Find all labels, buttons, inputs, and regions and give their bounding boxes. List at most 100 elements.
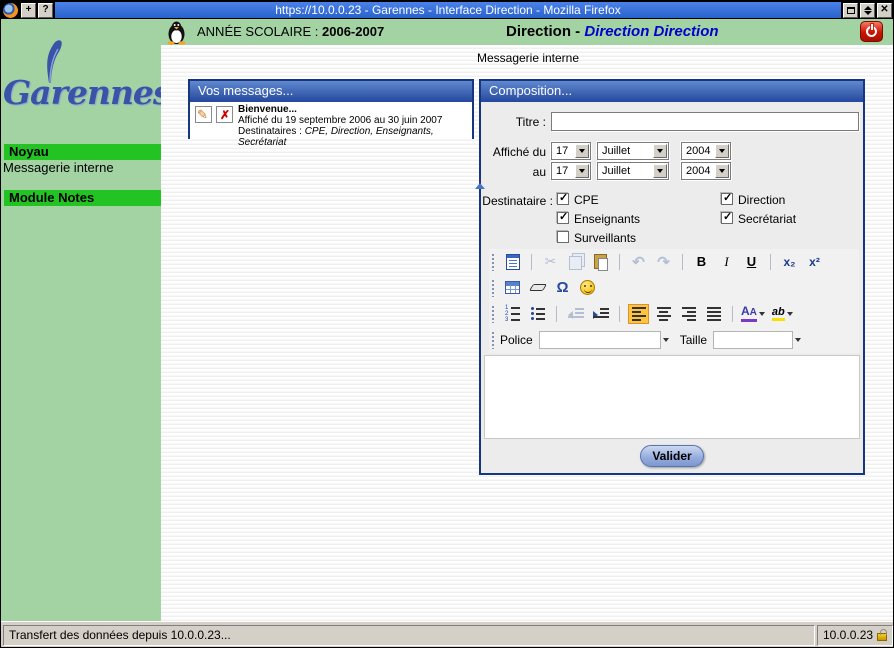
- from-month-value: Juillet: [598, 145, 653, 157]
- sidebar-section-module-notes: Module Notes: [4, 190, 161, 206]
- checkbox-box[interactable]: [721, 193, 733, 205]
- align-center-button[interactable]: [653, 304, 674, 324]
- chevron-down-icon: [575, 144, 589, 158]
- outdent-icon: [568, 308, 584, 320]
- from-month-select[interactable]: Juillet: [597, 142, 669, 160]
- logout-power-button[interactable]: [860, 21, 883, 42]
- checkbox-box[interactable]: [557, 231, 569, 243]
- smiley-button[interactable]: [577, 278, 598, 298]
- subscript-button[interactable]: x₂: [779, 252, 800, 272]
- source-button[interactable]: [502, 252, 523, 272]
- bulleted-list-icon: [531, 307, 545, 320]
- to-month-select[interactable]: Juillet: [597, 162, 669, 180]
- role-detail: Direction Direction: [584, 23, 718, 40]
- table-icon: [505, 281, 520, 294]
- remove-format-button[interactable]: [527, 278, 548, 298]
- valider-button[interactable]: Valider: [640, 445, 704, 467]
- sidebar-item-messagerie-interne[interactable]: Messagerie interne: [3, 160, 114, 175]
- toolbar-drag-handle[interactable]: [491, 331, 495, 349]
- status-bar: Transfert des données depuis 10.0.0.23..…: [1, 621, 894, 648]
- browser-window: + ? https://10.0.0.23 - Garennes - Inter…: [0, 0, 894, 648]
- to-month-value: Juillet: [598, 165, 653, 177]
- police-combo[interactable]: [539, 331, 661, 349]
- status-message: Transfert des données depuis 10.0.0.23..…: [3, 625, 815, 646]
- role-title: Direction - Direction Direction: [506, 23, 719, 40]
- checkbox-box[interactable]: [721, 212, 733, 224]
- power-icon: [866, 26, 877, 37]
- text-color-button[interactable]: AA: [741, 304, 768, 324]
- toolbar-drag-handle[interactable]: [491, 253, 495, 271]
- smiley-icon: [580, 280, 595, 295]
- delete-message-icon[interactable]: ✗: [216, 106, 233, 123]
- special-char-button[interactable]: Ω: [552, 278, 573, 298]
- compose-footer: Valider: [481, 439, 863, 473]
- insert-table-button[interactable]: [502, 278, 523, 298]
- window-help-button[interactable]: ?: [38, 3, 53, 18]
- taille-combo[interactable]: [713, 331, 793, 349]
- police-label: Police: [500, 333, 533, 347]
- ssl-lock-icon: [877, 633, 887, 641]
- main-content: Messagerie interne Vos messages... ✎ ✗ B…: [161, 45, 894, 621]
- bulleted-list-button[interactable]: [527, 304, 548, 324]
- edit-message-icon[interactable]: ✎: [195, 106, 212, 123]
- destinataire-label: Destinataire :: [481, 194, 553, 208]
- to-day-value: 17: [552, 165, 575, 177]
- checkbox-secretariat[interactable]: Secrétariat: [721, 212, 796, 226]
- checkbox-label: Surveillants: [574, 231, 636, 245]
- copy-button[interactable]: [565, 252, 586, 272]
- indent-button[interactable]: [590, 304, 611, 324]
- shade-button[interactable]: [860, 3, 875, 18]
- bold-button[interactable]: B: [691, 252, 712, 272]
- compose-panel: Composition... Titre : Affiché du 17 Jui…: [479, 79, 865, 475]
- text-color-icon: AA: [741, 305, 757, 322]
- outdent-button[interactable]: [565, 304, 586, 324]
- justify-button[interactable]: [703, 304, 724, 324]
- align-left-button[interactable]: [628, 304, 649, 324]
- editor-toolbar: ✂ ↶ ↷ B I U x₂ x²: [489, 249, 859, 353]
- toolbar-collapse-icon[interactable]: [475, 183, 485, 189]
- from-year-select[interactable]: 2004: [681, 142, 731, 160]
- window-menu-button[interactable]: +: [21, 3, 36, 18]
- from-day-select[interactable]: 17: [551, 142, 591, 160]
- status-host: 10.0.0.23: [817, 625, 893, 646]
- chevron-down-icon[interactable]: [663, 338, 669, 342]
- align-left-icon: [632, 307, 646, 321]
- cut-button[interactable]: ✂: [540, 252, 561, 272]
- checkbox-label: CPE: [574, 193, 599, 207]
- chevron-down-icon: [715, 144, 729, 158]
- toolbar-drag-handle[interactable]: [491, 305, 495, 323]
- to-year-value: 2004: [682, 165, 715, 177]
- paste-icon: [594, 254, 607, 269]
- checkbox-direction[interactable]: Direction: [721, 193, 785, 207]
- maximize-icon: [847, 7, 855, 14]
- checkbox-enseignants[interactable]: Enseignants: [557, 212, 640, 226]
- message-body-textarea[interactable]: [484, 355, 860, 439]
- italic-button[interactable]: I: [716, 252, 737, 272]
- superscript-button[interactable]: x²: [804, 252, 825, 272]
- highlight-color-button[interactable]: ab: [772, 304, 796, 324]
- checkbox-cpe[interactable]: CPE: [557, 193, 599, 207]
- undo-button[interactable]: ↶: [628, 252, 649, 272]
- checkbox-box[interactable]: [557, 212, 569, 224]
- close-button[interactable]: ✕: [877, 3, 892, 18]
- checkbox-surveillants[interactable]: Surveillants: [557, 231, 636, 245]
- paste-button[interactable]: [590, 252, 611, 272]
- underline-button[interactable]: U: [741, 252, 762, 272]
- titre-input[interactable]: [551, 112, 859, 131]
- indent-icon: [593, 308, 609, 320]
- titre-label: Titre :: [481, 115, 546, 129]
- firefox-icon[interactable]: [3, 3, 18, 18]
- checkbox-box[interactable]: [557, 193, 569, 205]
- align-right-button[interactable]: [678, 304, 699, 324]
- toolbar-drag-handle[interactable]: [491, 279, 495, 297]
- chevron-down-icon[interactable]: [795, 338, 801, 342]
- to-day-select[interactable]: 17: [551, 162, 591, 180]
- compose-panel-header: Composition...: [481, 81, 863, 102]
- redo-button[interactable]: ↷: [653, 252, 674, 272]
- maximize-button[interactable]: [843, 3, 858, 18]
- numbered-list-button[interactable]: 1 2 3: [502, 304, 523, 324]
- to-year-select[interactable]: 2004: [681, 162, 731, 180]
- school-year-value: 2006-2007: [322, 24, 384, 39]
- checkbox-label: Direction: [738, 193, 785, 207]
- checkbox-label: Enseignants: [574, 212, 640, 226]
